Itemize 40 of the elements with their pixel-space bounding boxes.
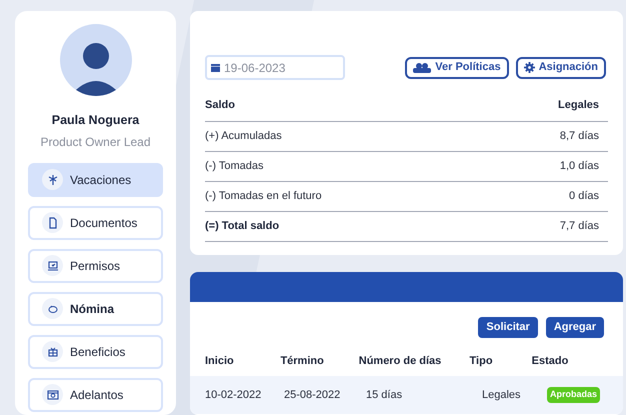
user-name: Paula Noguera	[52, 112, 140, 129]
action-button[interactable]: Agregar	[546, 317, 604, 338]
gift-icon	[42, 341, 63, 362]
column-header: Saldo	[205, 98, 235, 113]
table-cell-text: 0 días	[569, 188, 599, 204]
table-cell-text: 15 días	[366, 388, 404, 403]
date-field[interactable]: 19-06-2023	[205, 55, 345, 80]
table-cell-text: 10-02-2022	[205, 388, 262, 403]
status-badge: Aprobadas	[547, 387, 600, 403]
action-button[interactable]: Solicitar	[478, 317, 538, 338]
people-icon	[413, 62, 432, 72]
gear-icon	[524, 62, 535, 73]
table-cell-text: (-) Tomadas	[205, 158, 264, 174]
nav-item[interactable]: Permisos	[28, 248, 163, 283]
nav-item[interactable]: Nómina	[28, 292, 163, 326]
nav-item[interactable]: Vacaciones	[28, 162, 163, 197]
calendar-icon	[211, 63, 220, 72]
nav-item[interactable]: Adelantos	[28, 378, 163, 412]
column-header: Inicio	[205, 354, 235, 369]
table-cell-text: 7,7 días	[560, 218, 599, 234]
table-cell-text: (+) Acumuladas	[205, 128, 282, 144]
toolbar-button[interactable]: Ver Políticas	[405, 56, 509, 78]
table-cell-text: 1,0 días	[560, 158, 599, 174]
nav-item[interactable]: Beneficios	[28, 334, 163, 369]
table-cell-text: Legales	[482, 388, 522, 403]
column-header: Número de días	[358, 354, 442, 369]
column-header: Término	[280, 354, 325, 369]
table-cell-text: 25-08-2022	[284, 388, 342, 403]
toolbar-button[interactable]: Asignación	[516, 56, 606, 78]
column-header: Legales	[558, 98, 599, 113]
table-cell-text: (-) Tomadas en el futuro	[205, 188, 322, 204]
column-header: Estado	[532, 354, 570, 369]
column-header: Tipo	[470, 354, 494, 369]
document-icon	[42, 212, 63, 234]
user-role: Product Owner Lead	[40, 134, 151, 151]
table-cell-text: 8,7 días	[560, 128, 599, 144]
banknote-icon	[42, 384, 63, 406]
laptop-icon	[42, 255, 63, 276]
nav-item[interactable]: Documentos	[28, 206, 163, 240]
table-cell-text: (=) Total saldo	[205, 218, 280, 234]
